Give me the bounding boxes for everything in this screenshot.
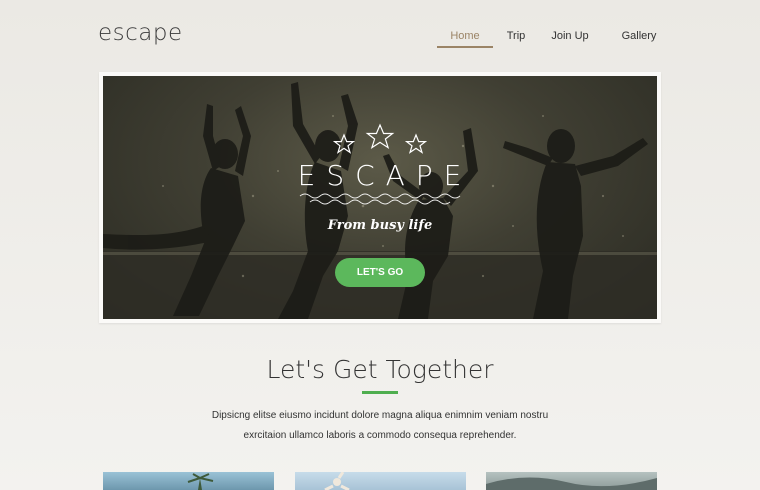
palm-tree-image: [187, 473, 214, 490]
gallery-thumb-sky-jump[interactable]: [295, 472, 466, 490]
star-icon: [404, 133, 428, 154]
star-icon: [365, 123, 395, 149]
nav-gallery[interactable]: Gallery: [607, 28, 671, 48]
site-logo[interactable]: escape: [98, 20, 183, 46]
section-description-line1: Dipsicng elitse eiusmo incidunt dolore m…: [211, 410, 549, 421]
nav-join-up[interactable]: Join Up: [539, 28, 601, 48]
hero-banner: ESCAPE From busy life LET'S GO: [99, 72, 661, 323]
section-description-line2: exrcitaion ullamco laboris a commodo con…: [243, 430, 517, 441]
nav-home[interactable]: Home: [437, 28, 493, 48]
hero-title: ESCAPE: [297, 159, 473, 192]
hero-subtitle: From busy life: [327, 218, 433, 233]
section-description: Dipsicng elitse eiusmo incidunt dolore m…: [180, 406, 580, 446]
heading-underline: [362, 391, 398, 394]
section-heading: Let's Get Together: [266, 355, 494, 384]
gallery-thumb-palm-beach[interactable]: [103, 472, 274, 490]
wave-image: [486, 477, 657, 490]
gallery-thumb-wave[interactable]: [486, 472, 657, 490]
jumping-person-image: [324, 472, 350, 490]
nav-trip[interactable]: Trip: [493, 28, 539, 48]
hero-image: ESCAPE From busy life LET'S GO: [103, 76, 657, 319]
main-nav: Home Trip Join Up Gallery: [437, 28, 671, 48]
lets-go-button[interactable]: LET'S GO: [335, 258, 425, 287]
